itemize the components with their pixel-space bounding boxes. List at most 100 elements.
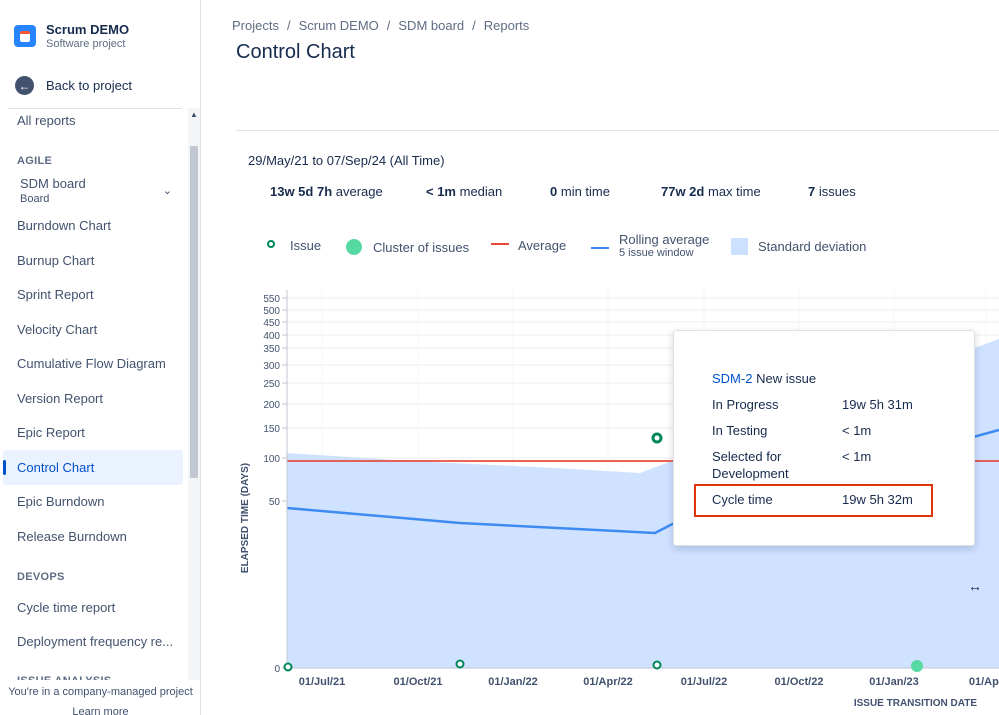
y-tick-label: 150 xyxy=(263,424,280,435)
resize-cursor-icon: ↔ xyxy=(968,578,982,594)
tooltip-value-2: < 1m xyxy=(842,449,872,464)
sidebar-item-sprint-report[interactable]: Sprint Report xyxy=(17,287,94,302)
tooltip-label-0: In Progress xyxy=(712,397,779,412)
back-to-project-link[interactable]: ← Back to project xyxy=(15,76,132,95)
y-tick-label: 100 xyxy=(263,454,280,465)
issue-point[interactable] xyxy=(283,662,293,672)
x-axis-label: ISSUE TRANSITION DATE xyxy=(854,698,977,709)
min-label: min time xyxy=(560,184,610,199)
breadcrumb-projects[interactable]: Projects xyxy=(232,18,279,33)
legend-rolling-sub: 5 issue window xyxy=(619,247,694,259)
y-tick-label: 500 xyxy=(263,306,280,317)
board-name: SDM board xyxy=(20,176,86,191)
sidebar-item-epic-report[interactable]: Epic Report xyxy=(17,425,85,440)
project-name: Scrum DEMO xyxy=(46,22,130,37)
issues-value: 7 xyxy=(808,184,816,199)
y-tick-label: 0 xyxy=(274,664,280,675)
devops-heading: DEVOPS xyxy=(17,571,65,583)
breadcrumb: Projects / Scrum DEMO / SDM board / Reports xyxy=(232,18,530,33)
legend-cluster-label: Cluster of issues xyxy=(373,240,470,255)
header-divider xyxy=(236,130,999,131)
tooltip-value-1: < 1m xyxy=(842,423,872,438)
legend-average[interactable]: Average xyxy=(491,238,566,253)
sidebar-footer: You're in a company-managed project Lear… xyxy=(0,680,200,715)
tooltip-label-3: Cycle time xyxy=(712,492,773,507)
issue-point[interactable] xyxy=(651,432,663,444)
legend-rolling[interactable]: Rolling average 5 issue window xyxy=(591,232,709,259)
tooltip-label-1: In Testing xyxy=(712,423,768,438)
tooltip-label-2b: Development xyxy=(712,466,789,481)
x-tick-label: 01/Jan/22 xyxy=(488,676,538,688)
issue-tooltip: SDM-2 New issue In Progress 19w 5h 31m I… xyxy=(673,330,975,546)
x-tick-label: 01/Oct/22 xyxy=(775,676,824,688)
tooltip-label-2: Selected for xyxy=(712,449,782,464)
sidebar-item-cycle-time[interactable]: Cycle time report xyxy=(17,600,115,615)
y-axis-label: ELAPSED TIME (DAYS) xyxy=(240,463,251,573)
sidebar-item-deployment-frequency[interactable]: Deployment frequency re... xyxy=(17,634,173,649)
x-tick-label: 01/Oct/21 xyxy=(394,676,443,688)
sidebar-item-control-chart[interactable]: Control Chart xyxy=(17,460,94,475)
stat-max: 77w 2d max time xyxy=(661,184,761,199)
legend-average-label: Average xyxy=(518,238,567,253)
max-value: 77w 2d xyxy=(661,184,705,199)
breadcrumb-board[interactable]: SDM board xyxy=(398,18,464,33)
arrow-left-icon: ← xyxy=(15,76,34,95)
y-ticks: 550500450400350300250200150100500 xyxy=(263,294,287,675)
sidebar-item-burndown[interactable]: Burndown Chart xyxy=(17,218,111,233)
y-tick-label: 50 xyxy=(269,497,281,508)
tooltip-value-0: 19w 5h 31m xyxy=(842,397,913,412)
agile-heading: AGILE xyxy=(17,155,53,167)
legend-rolling-label: Rolling average xyxy=(619,232,710,247)
project-header[interactable]: Scrum DEMO Software project xyxy=(14,22,129,51)
y-tick-label: 200 xyxy=(263,400,280,411)
board-selector[interactable]: SDM board Board ⌄ xyxy=(20,176,178,206)
stddev-swatch-icon xyxy=(731,238,748,255)
sidebar-item-version-report[interactable]: Version Report xyxy=(17,391,103,406)
legend-stddev-label: Standard deviation xyxy=(758,239,867,254)
issue-point[interactable] xyxy=(652,660,662,670)
tooltip-issue-key[interactable]: SDM-2 xyxy=(712,371,752,386)
breadcrumb-reports[interactable]: Reports xyxy=(484,18,530,33)
sidebar-item-velocity[interactable]: Velocity Chart xyxy=(17,322,97,337)
sidebar-divider xyxy=(8,108,182,109)
cluster-marker-icon xyxy=(346,239,362,255)
breadcrumb-project[interactable]: Scrum DEMO xyxy=(299,18,379,33)
stat-median: < 1m median xyxy=(426,184,502,199)
x-tick-label: 01/Jul/22 xyxy=(681,676,727,688)
tooltip-value-3: 19w 5h 32m xyxy=(842,492,913,507)
sidebar-item-burnup[interactable]: Burnup Chart xyxy=(17,253,94,268)
legend-cluster[interactable]: Cluster of issues xyxy=(346,238,469,256)
issue-point[interactable] xyxy=(455,659,465,669)
tooltip-title: SDM-2 New issue xyxy=(712,371,816,386)
y-tick-label: 300 xyxy=(263,361,280,372)
scrollbar-thumb[interactable] xyxy=(190,146,198,478)
y-tick-label: 250 xyxy=(263,379,280,390)
x-ticks: 01/Jul/21 01/Oct/21 01/Jan/22 01/Apr/22 01/J… xyxy=(299,676,999,688)
median-value: < 1m xyxy=(426,184,456,199)
min-value: 0 xyxy=(550,184,558,199)
learn-more-link[interactable]: Learn more xyxy=(0,706,200,715)
sidebar-item-release-burndown[interactable]: Release Burndown xyxy=(17,529,127,544)
scroll-up-icon[interactable]: ▲ xyxy=(190,110,198,119)
sidebar-item-epic-burndown[interactable]: Epic Burndown xyxy=(17,494,104,509)
y-tick-label: 400 xyxy=(263,331,280,342)
tooltip-summary: New issue xyxy=(756,371,817,386)
x-tick-label: 01/Apr xyxy=(969,676,999,688)
average-label: average xyxy=(335,184,383,199)
x-tick-label: 01/Jul/21 xyxy=(299,676,345,688)
stat-issues: 7 issues xyxy=(808,184,856,199)
project-type: Software project xyxy=(46,38,126,50)
cluster-point[interactable] xyxy=(911,660,923,672)
y-tick-label: 550 xyxy=(263,294,280,305)
sidebar-item-cumulative-flow[interactable]: Cumulative Flow Diagram xyxy=(17,356,166,371)
legend-stddev[interactable]: Standard deviation xyxy=(731,238,866,255)
page-title: Control Chart xyxy=(236,41,355,63)
footer-text: You're in a company-managed project xyxy=(8,686,193,698)
rolling-line-icon xyxy=(591,247,609,249)
y-tick-label: 450 xyxy=(263,318,280,329)
chevron-down-icon: ⌄ xyxy=(162,185,172,197)
legend-issue[interactable]: Issue xyxy=(266,238,321,253)
sidebar-item-all-reports[interactable]: All reports xyxy=(17,113,76,128)
date-range: 29/May/21 to 07/Sep/24 (All Time) xyxy=(248,153,445,168)
sidebar-scrollbar[interactable]: ▲ xyxy=(188,108,200,688)
